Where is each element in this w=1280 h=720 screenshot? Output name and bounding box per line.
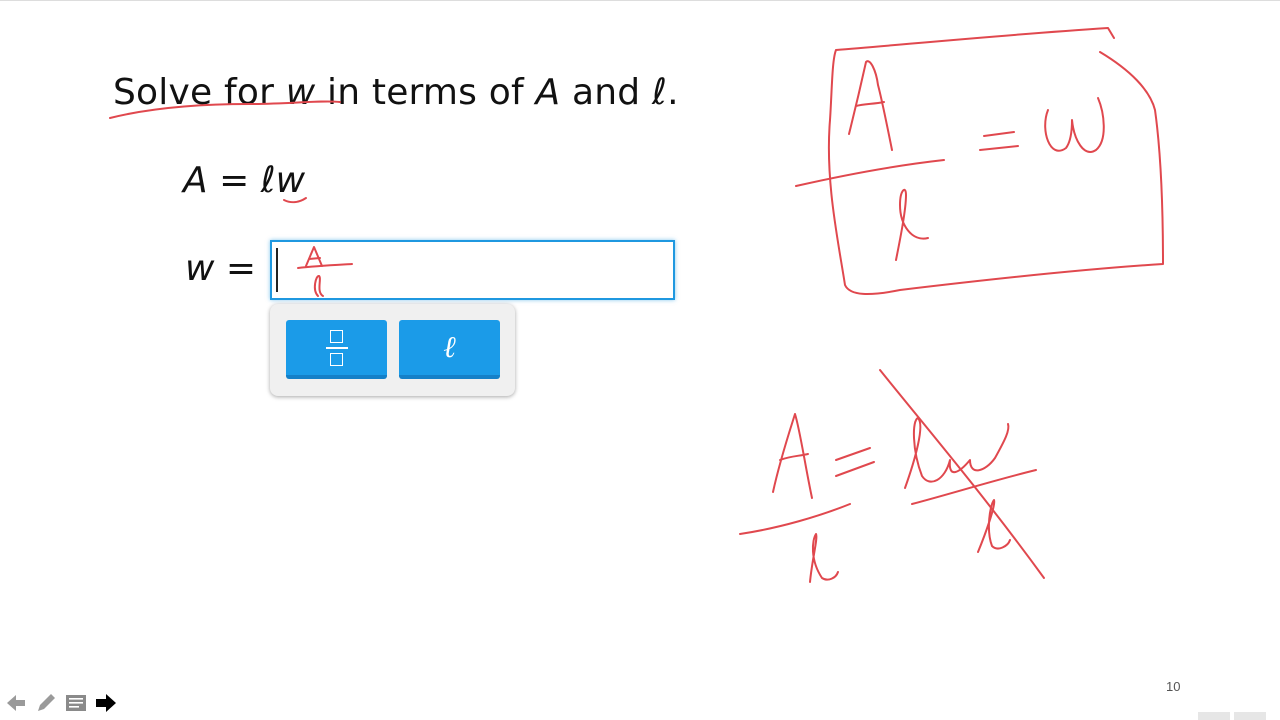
corner-tab-right xyxy=(1234,712,1266,720)
equation-rhs: ℓw xyxy=(260,160,306,201)
fraction-icon xyxy=(325,329,348,366)
given-equation: A = ℓw xyxy=(183,160,305,201)
answer-input[interactable] xyxy=(270,240,675,300)
ink-box xyxy=(827,27,1164,295)
pen-icon[interactable] xyxy=(34,690,58,716)
presentation-toolbar xyxy=(4,690,118,716)
ink-lower-ellw xyxy=(904,417,1010,489)
answer-label: w = xyxy=(185,248,256,289)
ell-key[interactable]: ℓ xyxy=(399,320,500,379)
title-var-a: A xyxy=(535,72,561,113)
ink-lower-ell xyxy=(809,533,839,583)
answer-var: w xyxy=(185,248,215,289)
ink-cancel-line xyxy=(879,369,1045,579)
title-text-mid: in terms of xyxy=(315,72,536,113)
ink-lower-a xyxy=(772,413,813,499)
title-var-ell: ℓ xyxy=(651,72,668,113)
page-number: 10 xyxy=(1166,679,1181,694)
title-var-w: w xyxy=(285,72,316,113)
ink-lower-ell-2 xyxy=(977,499,1011,553)
ink-big-bar xyxy=(795,159,945,187)
ink-big-a xyxy=(848,60,893,151)
ink-lower-bar xyxy=(739,503,851,535)
ink-equals-2 xyxy=(835,447,875,477)
equation-lhs: A xyxy=(183,160,208,201)
title-text-and: and xyxy=(560,72,652,113)
ink-equals-1 xyxy=(979,131,1019,151)
back-arrow-icon[interactable] xyxy=(4,690,28,716)
corner-tab-left xyxy=(1198,712,1230,720)
notes-icon[interactable] xyxy=(64,690,88,716)
ink-omega xyxy=(1044,97,1105,153)
title-text-end: . xyxy=(667,72,679,113)
question-title: Solve for w in terms of A and ℓ. xyxy=(113,72,679,113)
text-caret xyxy=(276,248,278,292)
ink-big-ell xyxy=(895,188,929,261)
slide: Solve for w in terms of A and ℓ. A = ℓ w … xyxy=(0,0,1280,720)
fraction-key[interactable] xyxy=(286,320,387,379)
ink-lower-bar-2 xyxy=(911,469,1037,505)
forward-arrow-icon[interactable] xyxy=(94,690,118,716)
equation-equals: = xyxy=(207,160,261,201)
title-text-pre: Solve for xyxy=(113,72,286,113)
math-keypad: ℓ xyxy=(270,304,515,396)
frame-top-border xyxy=(0,0,1280,1)
answer-equals: = xyxy=(214,248,257,289)
